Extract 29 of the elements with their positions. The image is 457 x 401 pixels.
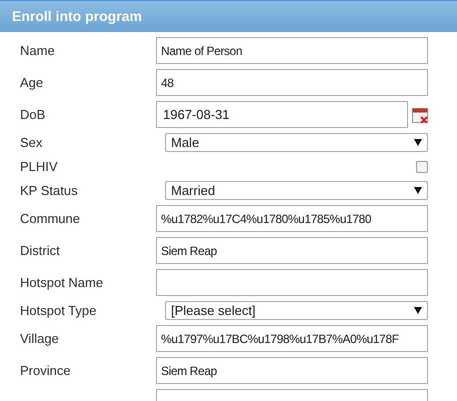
field-label: District [20,242,60,258]
select-dropdown[interactable]: Married [165,181,428,200]
field-label: Hotspot Name [20,274,104,290]
caret-icon [414,307,422,314]
text-field[interactable]: %u1797%u17BC%u1798%u17B7%A0%u178F [156,325,428,352]
dialog-title: Enroll into program [12,7,142,26]
caret-icon [414,139,422,146]
field-label: Commune [20,210,80,226]
caret-icon [414,187,422,194]
field-label: Age [20,74,44,90]
field-label: Sex [20,134,42,150]
field-label: DoB [20,106,46,122]
text-field[interactable] [156,269,428,296]
text-field[interactable]: 48 [156,69,428,96]
field-label: PLHIV [20,158,58,174]
calendar-icon[interactable] [412,106,428,122]
field-label: Village [20,330,59,346]
text-field[interactable]: Name of Person [156,37,428,64]
select-dropdown[interactable]: Male [165,133,428,152]
field-label: KP Status [20,182,78,198]
field-label: Name [20,42,55,58]
field-label: Province [20,362,71,378]
date-field[interactable]: 1967-08-31 [156,101,408,128]
select-dropdown[interactable]: [Please select] [165,301,428,320]
field-label: Hotspot Type [20,302,96,318]
text-field[interactable]: Siem Reap [156,357,428,384]
text-field[interactable]: %u1782%u17C4%u1780%u1785%u1780 [156,205,428,232]
text-field[interactable]: Siem Reap [156,237,428,264]
checkbox[interactable] [416,160,428,172]
